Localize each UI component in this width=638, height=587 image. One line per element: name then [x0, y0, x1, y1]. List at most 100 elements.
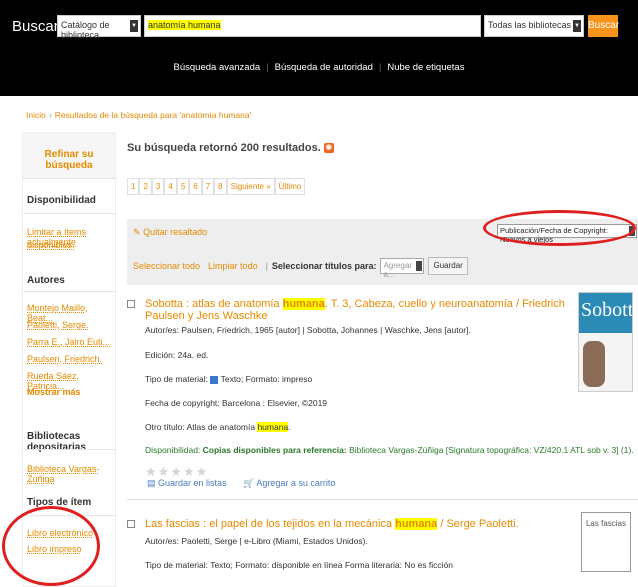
page-link[interactable]: 4	[164, 178, 177, 195]
text-type-icon	[210, 375, 219, 384]
record-material: Tipo de material: Texto; Formato: dispon…	[145, 560, 454, 570]
tag-cloud-link[interactable]: Nube de etiquetas	[387, 62, 464, 73]
results-summary-text: Su búsqueda retornó 200 resultados.	[127, 142, 321, 154]
add-to-value: Agregar a...	[383, 261, 412, 279]
record-authors: Autor/es: Paulsen, Friedrich, 1965 [auto…	[145, 325, 471, 335]
record-title-highlight: humana	[282, 298, 325, 310]
divider	[23, 449, 115, 450]
selection-row: Seleccionar todo Limpiar todo | Seleccio…	[133, 257, 468, 279]
nav-separator: |	[378, 62, 382, 73]
rss-icon[interactable]: ◉	[323, 143, 334, 154]
search-input[interactable]: anatomía humana	[144, 15, 481, 37]
record-material: Tipo de material: Texto; Formato: impres…	[145, 374, 312, 384]
breadcrumb-separator-icon: ›	[48, 110, 52, 120]
results-summary: Su búsqueda retornó 200 resultados. ◉	[127, 142, 334, 154]
last-page-link[interactable]: Último	[274, 178, 306, 195]
record-title[interactable]: Sobotta : atlas de anatomía humana. T. 3…	[145, 298, 575, 322]
refine-title: Refinar su búsqueda	[23, 133, 115, 179]
pagination: 1 2 3 4 5 6 7 8 Siguiente » Último	[127, 178, 306, 195]
cover-title: Sobotta	[581, 299, 633, 321]
authority-search-link[interactable]: Búsqueda de autoridad	[275, 62, 373, 73]
remove-highlight-link[interactable]: ✎ Quitar resaltado	[133, 227, 207, 238]
record-title-part: Las fascias : el papel de los tejidos en…	[145, 518, 396, 530]
breadcrumb: Inicio › Resultados de la búsqueda para 'a…	[26, 110, 251, 120]
nav-separator: |	[266, 62, 269, 73]
add-to-select[interactable]: Agregar a...	[380, 258, 425, 279]
header: Buscar Catálogo de biblioteca ▼ anatomía…	[0, 0, 638, 96]
catalog-select[interactable]: Catálogo de biblioteca ▼	[57, 15, 141, 40]
library-select[interactable]: Todas las bibliotecas ▼	[484, 15, 584, 37]
record-edition: Edición: 24a. ed.	[145, 350, 209, 360]
clear-all-link[interactable]: Limpiar todo	[208, 261, 258, 271]
other-title-label: Otro título: Atlas de anatomía	[145, 422, 258, 432]
book-cover[interactable]: Sobotta	[578, 292, 633, 392]
record-authors: Autor/es: Paoletti, Serge | e-Libro (Mia…	[145, 536, 368, 546]
save-list-icon: ▤	[147, 478, 156, 488]
material-value: Texto; Formato: impreso	[220, 374, 313, 384]
search-button[interactable]: Buscar	[588, 15, 619, 37]
record-copyright: Fecha de copyright: Barcelona : Elsevier…	[145, 398, 328, 408]
page-link[interactable]: 8	[214, 178, 227, 195]
annotation-circle-sort	[483, 210, 636, 246]
cart-icon: 🛒	[243, 478, 255, 488]
result-record: Sobotta : atlas de anatomía humana. T. 3…	[127, 292, 638, 507]
author-facet[interactable]: Parra E., Jairo Euti...	[27, 337, 110, 347]
record-other-title: Otro título: Atlas de anatomía humana.	[145, 422, 291, 432]
record-divider	[127, 499, 638, 500]
result-record: Las fascias : el papel de los tejidos en…	[127, 512, 638, 587]
pencil-icon: ✎	[133, 227, 141, 237]
search-bar: Buscar Catálogo de biblioteca ▼ anatomía…	[12, 12, 619, 40]
page-link[interactable]: 7	[201, 178, 215, 195]
chevron-down-icon: ▼	[130, 20, 138, 32]
availability-label: Disponibilidad:	[145, 445, 203, 455]
remove-highlight-label: Quitar resaltado	[143, 227, 208, 237]
header-nav: Búsqueda avanzada | Búsqueda de autoridad |…	[0, 62, 638, 73]
library-facet[interactable]: Biblioteca Vargas-Zúñiga	[27, 464, 115, 484]
page-link[interactable]: 5	[176, 178, 190, 195]
select-titles-label: Seleccionar títulos para:	[271, 261, 377, 271]
chevron-down-icon	[416, 261, 423, 271]
record-checkbox[interactable]	[127, 520, 135, 528]
page-link[interactable]: 6	[189, 178, 202, 195]
search-query: anatomía humana	[148, 20, 221, 30]
material-label: Tipo de material:	[145, 374, 208, 384]
author-facet[interactable]: Paulsen, Friedrich.	[27, 354, 102, 364]
search-label: Buscar	[12, 17, 59, 35]
divider	[23, 291, 115, 292]
advanced-search-link[interactable]: Búsqueda avanzada	[174, 62, 261, 73]
availability-status: Copias disponibles para referencia:	[202, 445, 347, 455]
chevron-down-icon: ▼	[573, 20, 581, 32]
record-checkbox[interactable]	[127, 300, 135, 308]
record-title-part: / Serge Paoletti.	[437, 518, 519, 530]
page-link[interactable]: 2	[139, 178, 152, 195]
save-button[interactable]: Guardar	[428, 257, 468, 275]
catalog-select-value: Catálogo de biblioteca	[61, 20, 110, 40]
show-more-link[interactable]: Mostrar más	[27, 387, 81, 397]
page-link[interactable]: 1	[127, 178, 140, 195]
page-link[interactable]: 3	[151, 178, 165, 195]
divider	[23, 213, 115, 214]
cover-figure	[583, 341, 605, 387]
save-to-list-link[interactable]: Guardar en listas	[158, 478, 227, 488]
other-title-post: .	[288, 422, 291, 432]
availability-heading: Disponibilidad	[27, 195, 96, 206]
selection-separator: |	[265, 261, 268, 271]
library-select-value: Todas las bibliotecas	[488, 20, 572, 30]
record-title-highlight: humana	[395, 518, 438, 530]
availability-detail: Biblioteca Vargas-Zúñiga [Signatura topo…	[346, 445, 634, 455]
other-title-highlight: humana	[257, 422, 289, 432]
book-cover[interactable]: Las fascias	[581, 512, 631, 572]
breadcrumb-home[interactable]: Inicio	[26, 110, 46, 120]
record-availability: Disponibilidad: Copias disponibles para …	[145, 445, 634, 455]
next-page-link[interactable]: Siguiente »	[226, 178, 275, 195]
record-title-part: Sobotta : atlas de anatomía	[145, 298, 283, 310]
limit-available-link-2[interactable]: disponibles.	[27, 240, 75, 250]
annotation-circle-item-types	[2, 506, 100, 586]
record-actions: ▤ Guardar en listas 🛒 Agregar a su carri…	[147, 478, 335, 489]
record-title[interactable]: Las fascias : el papel de los tejidos en…	[145, 518, 575, 530]
breadcrumb-current[interactable]: Resultados de la búsqueda para 'anatomía…	[55, 110, 252, 120]
add-to-cart-link[interactable]: Agregar a su carrito	[256, 478, 335, 488]
select-all-link[interactable]: Seleccionar todo	[133, 261, 200, 271]
author-facet[interactable]: Paoletti, Serge.	[27, 320, 89, 330]
authors-heading: Autores	[27, 275, 65, 286]
